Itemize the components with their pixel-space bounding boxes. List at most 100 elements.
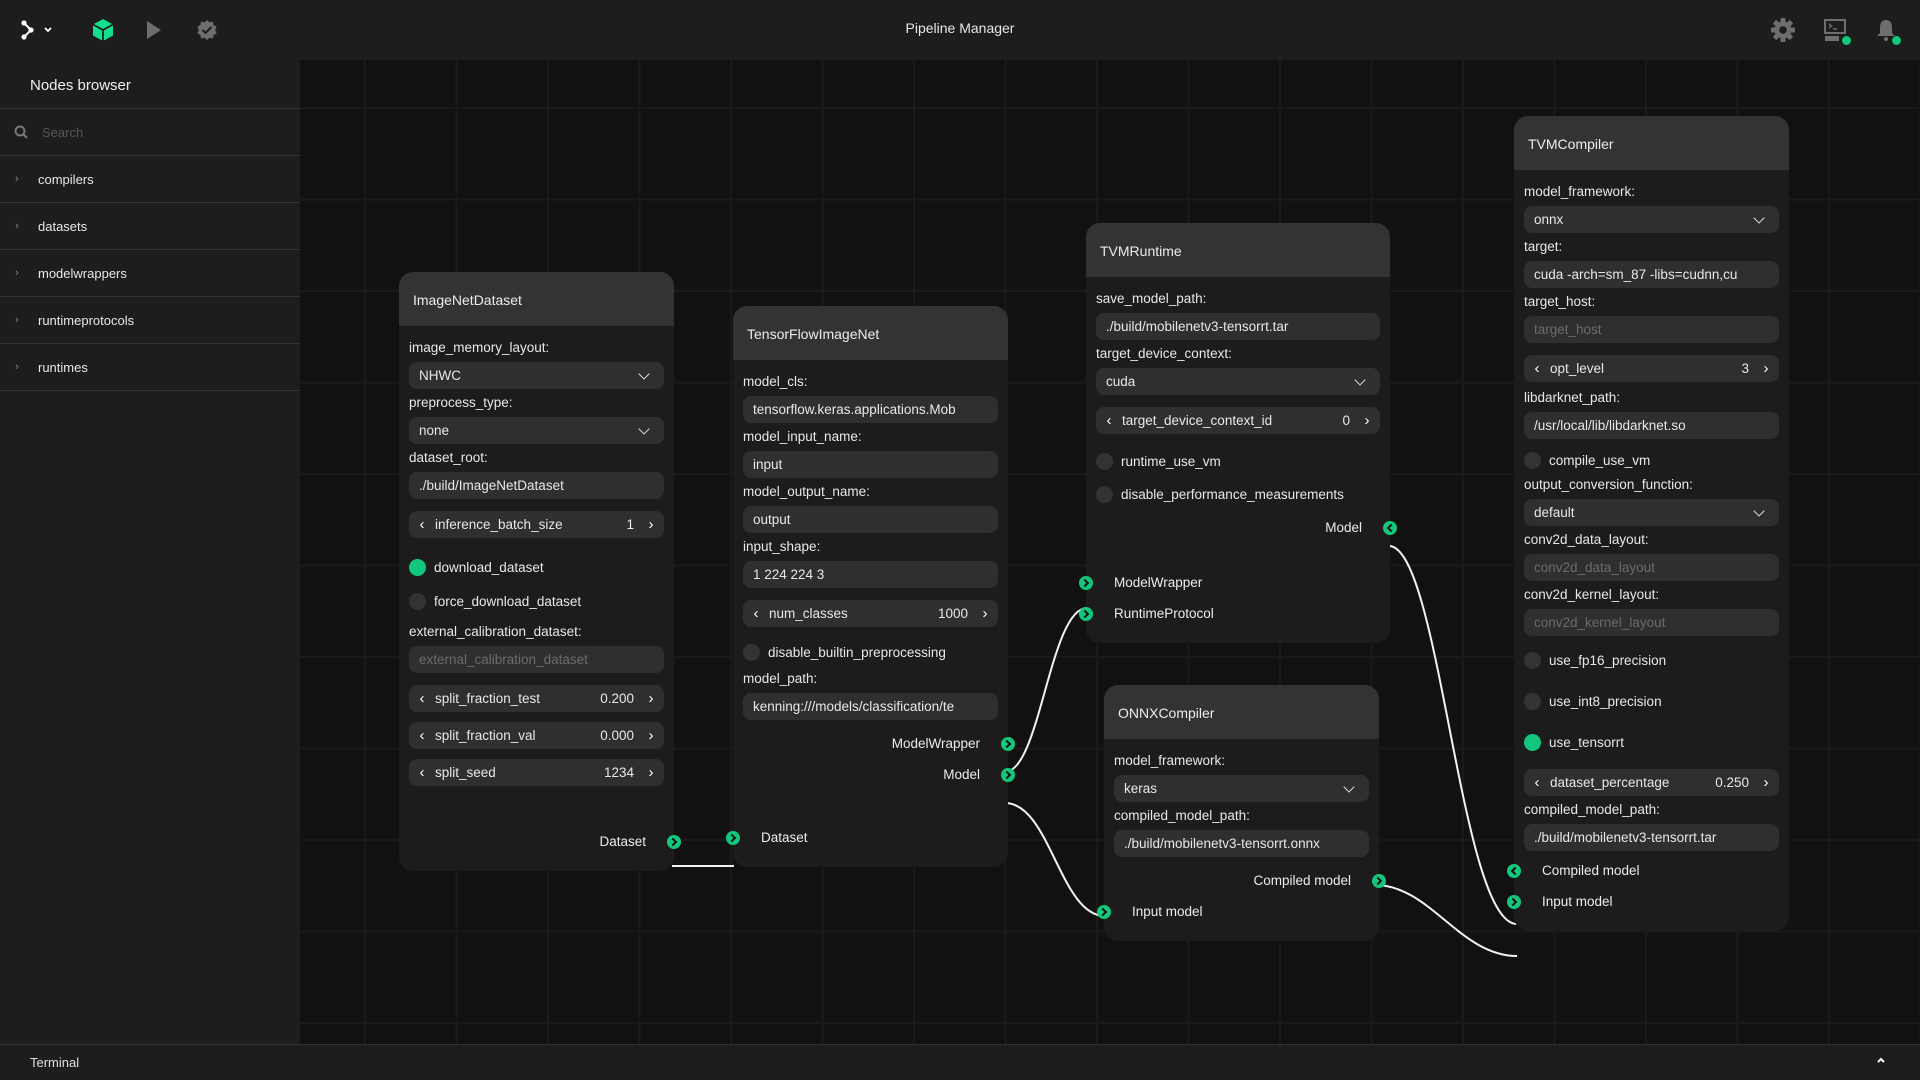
cube-logo-icon[interactable] (87, 14, 119, 46)
external-calibration-dataset-label: external_calibration_dataset: (409, 624, 582, 639)
compiled-model-path-input[interactable]: ./build/mobilenetv3-tensorrt.onnx (1114, 830, 1369, 857)
target-device-context-id-stepper[interactable]: ‹ target_device_context_id 0 › (1096, 407, 1380, 434)
chevron-down-icon[interactable] (40, 14, 56, 46)
port-connector[interactable] (1507, 894, 1521, 909)
node-title[interactable]: TensorFlowImageNet (733, 306, 1008, 360)
sidebar-item-compilers[interactable]: › compilers (0, 156, 300, 203)
node-tvm-runtime[interactable]: TVMRuntime save_model_path: ./build/mobi… (1079, 223, 1397, 643)
decrement-button[interactable]: ‹ (1096, 412, 1122, 429)
sidebar-item-runtimes[interactable]: › runtimes (0, 344, 300, 391)
increment-button[interactable]: › (1354, 412, 1380, 429)
model-framework-select[interactable]: onnx (1524, 206, 1779, 233)
libdarknet-path-input[interactable]: /usr/local/lib/libdarknet.so (1524, 412, 1779, 439)
force-download-dataset-checkbox[interactable]: force_download_dataset (409, 584, 664, 618)
port-label: ModelWrapper (1114, 575, 1203, 590)
node-tensorflow-imagenet[interactable]: TensorFlowImageNet model_cls: tensorflow… (726, 306, 1015, 867)
terminal-icon[interactable] (1819, 14, 1851, 46)
output-conversion-function-select[interactable]: default (1524, 499, 1779, 526)
port-connector[interactable] (667, 834, 681, 849)
sidebar-item-runtimeprotocols[interactable]: › runtimeprotocols (0, 297, 300, 344)
increment-button[interactable]: › (638, 690, 664, 707)
port-connector[interactable] (1079, 575, 1093, 590)
checkbox-indicator (1096, 485, 1113, 503)
model-path-input[interactable]: kenning:///models/classification/te (743, 693, 998, 720)
inference-batch-size-stepper[interactable]: ‹ inference_batch_size 1 › (409, 511, 664, 538)
increment-button[interactable]: › (638, 764, 664, 781)
num-classes-stepper[interactable]: ‹ num_classes 1000 › (743, 600, 998, 627)
node-imagenet-dataset[interactable]: ImageNetDataset image_memory_layout: NHW… (399, 272, 681, 871)
model-framework-select[interactable]: keras (1114, 775, 1369, 802)
use-tensorrt-checkbox[interactable]: use_tensorrt (1524, 722, 1779, 763)
decrement-button[interactable]: ‹ (409, 690, 435, 707)
split-seed-stepper[interactable]: ‹ split_seed 1234 › (409, 759, 664, 786)
split-fraction-val-stepper[interactable]: ‹ split_fraction_val 0.000 › (409, 722, 664, 749)
decrement-button[interactable]: ‹ (409, 764, 435, 781)
settings-icon[interactable] (1767, 14, 1799, 46)
compile-use-vm-checkbox[interactable]: compile_use_vm (1524, 443, 1779, 477)
increment-button[interactable]: › (1753, 360, 1779, 377)
increment-button[interactable]: › (1753, 774, 1779, 791)
model-output-name-input[interactable]: output (743, 506, 998, 533)
target-input[interactable]: cuda -arch=sm_87 -libs=cudnn,cu (1524, 261, 1779, 288)
runtime-use-vm-checkbox[interactable]: runtime_use_vm (1096, 446, 1380, 476)
decrement-button[interactable]: ‹ (1524, 360, 1550, 377)
target-device-context-select[interactable]: cuda (1096, 368, 1380, 395)
run-icon[interactable] (138, 14, 170, 46)
download-dataset-checkbox[interactable]: download_dataset (409, 550, 664, 584)
checkbox-indicator (743, 643, 760, 661)
node-title[interactable]: ImageNetDataset (399, 272, 674, 326)
port-connector[interactable] (1001, 767, 1015, 782)
port-connector[interactable] (1097, 904, 1111, 919)
node-title[interactable]: ONNXCompiler (1104, 685, 1379, 739)
port-connector[interactable] (1507, 863, 1521, 878)
port-connector[interactable] (1001, 736, 1015, 751)
conv2d-kernel-layout-input[interactable]: conv2d_kernel_layout (1524, 609, 1779, 636)
dataset-root-input[interactable]: ./build/ImageNetDataset (409, 472, 664, 499)
decrement-button[interactable]: ‹ (409, 516, 435, 533)
input-port-input-model: Input model (1097, 896, 1369, 927)
node-title[interactable]: TVMRuntime (1086, 223, 1390, 277)
use-int8-precision-checkbox[interactable]: use_int8_precision (1524, 681, 1779, 722)
decrement-button[interactable]: ‹ (1524, 774, 1550, 791)
conv2d-data-layout-input[interactable]: conv2d_data_layout (1524, 554, 1779, 581)
chevron-up-icon[interactable] (1876, 1053, 1886, 1067)
notification-bell-icon[interactable] (1870, 14, 1902, 46)
port-connector[interactable] (1383, 520, 1397, 535)
node-onnx-compiler[interactable]: ONNXCompiler model_framework: keras comp… (1097, 685, 1386, 941)
terminal-tab[interactable]: Terminal (30, 1055, 79, 1070)
node-title[interactable]: TVMCompiler (1514, 116, 1789, 170)
port-connector[interactable] (726, 830, 740, 845)
disable-builtin-preprocessing-checkbox[interactable]: disable_builtin_preprocessing (743, 639, 998, 665)
input-shape-input[interactable]: 1 224 224 3 (743, 561, 998, 588)
node-tvm-compiler[interactable]: TVMCompiler model_framework: onnx target… (1507, 116, 1789, 931)
opt-level-stepper[interactable]: ‹ opt_level 3 › (1524, 355, 1779, 382)
sidebar-item-datasets[interactable]: › datasets (0, 203, 300, 250)
split-fraction-test-stepper[interactable]: ‹ split_fraction_test 0.200 › (409, 685, 664, 712)
increment-button[interactable]: › (972, 605, 998, 622)
port-label: Input model (1542, 894, 1613, 909)
model-cls-input[interactable]: tensorflow.keras.applications.Mob (743, 396, 998, 423)
dataset-percentage-stepper[interactable]: ‹ dataset_percentage 0.250 › (1524, 769, 1779, 796)
compiled-model-path-input[interactable]: ./build/mobilenetv3-tensorrt.tar (1524, 824, 1779, 851)
validate-icon[interactable] (191, 14, 223, 46)
increment-button[interactable]: › (638, 727, 664, 744)
use-fp16-precision-checkbox[interactable]: use_fp16_precision (1524, 640, 1779, 681)
chevron-down-icon (1343, 780, 1355, 793)
stepper-value: 0.000 (600, 728, 634, 743)
decrement-button[interactable]: ‹ (409, 727, 435, 744)
search-input[interactable] (42, 124, 282, 140)
model-input-name-input[interactable]: input (743, 451, 998, 478)
decrement-button[interactable]: ‹ (743, 605, 769, 622)
port-label: Compiled model (1542, 863, 1640, 878)
port-connector[interactable] (1372, 873, 1386, 888)
external-calibration-dataset-input[interactable]: external_calibration_dataset (409, 646, 664, 673)
save-model-path-input[interactable]: ./build/mobilenetv3-tensorrt.tar (1096, 313, 1380, 340)
port-connector[interactable] (1079, 606, 1093, 621)
preprocess-type-select[interactable]: none (409, 417, 664, 444)
target-host-input[interactable]: target_host (1524, 316, 1779, 343)
terminal-bar: Terminal (0, 1044, 1920, 1080)
sidebar-item-modelwrappers[interactable]: › modelwrappers (0, 250, 300, 297)
increment-button[interactable]: › (638, 516, 664, 533)
disable-performance-measurements-checkbox[interactable]: disable_performance_measurements (1096, 476, 1380, 512)
image-memory-layout-select[interactable]: NHWC (409, 362, 664, 389)
